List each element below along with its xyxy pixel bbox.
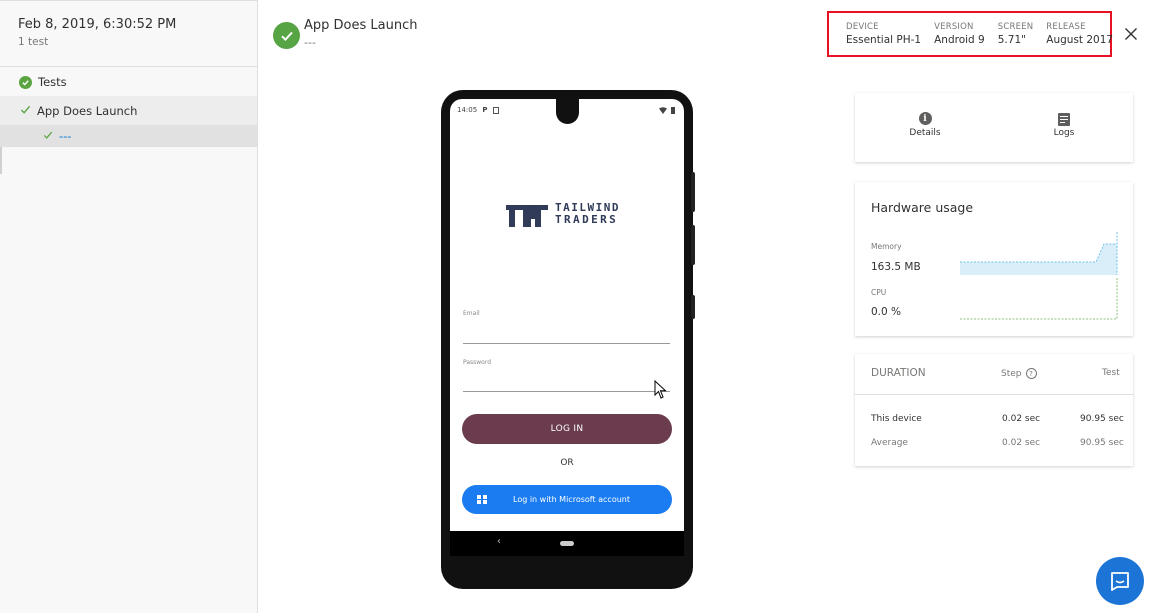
screen-column: SCREEN 5.71" — [998, 22, 1034, 55]
device-value: Essential PH-1 — [846, 34, 922, 46]
tree-item-step-label: --- — [59, 129, 72, 143]
run-date: Feb 8, 2019, 6:30:52 PM — [18, 17, 177, 32]
run-header: Feb 8, 2019, 6:30:52 PM 1 test — [0, 1, 257, 67]
tree-item-step[interactable]: --- — [0, 125, 257, 147]
tree-item-app-does-launch[interactable]: App Does Launch — [0, 96, 257, 125]
status-bar-icons — [659, 106, 676, 114]
logo-line-2: TRADERS — [555, 213, 619, 226]
checkmark-icon — [20, 104, 31, 117]
duration-row-step: 0.02 sec — [1002, 414, 1041, 424]
test-title: App Does Launch — [304, 18, 418, 33]
phone-side-button — [691, 172, 695, 212]
tree-item-test-label: App Does Launch — [37, 103, 138, 118]
duration-row-label: This device — [871, 414, 922, 424]
android-nav-bar: ‹ — [450, 531, 684, 556]
status-time-text: 14:05 — [457, 106, 478, 114]
battery-icon — [671, 106, 676, 114]
tailwind-house-icon — [506, 205, 548, 227]
tree-item-tests[interactable]: Tests — [0, 71, 257, 93]
email-field[interactable] — [463, 343, 670, 344]
duration-row-step: 0.02 sec — [1002, 438, 1041, 448]
home-pill-icon[interactable] — [560, 541, 574, 546]
help-icon[interactable]: ? — [1025, 368, 1037, 379]
chat-icon — [1111, 572, 1129, 591]
status-sim-icon — [492, 106, 499, 114]
duration-row-label: Average — [871, 438, 908, 448]
status-bar-time: 14:05 P — [457, 106, 499, 114]
passed-circle-icon — [19, 75, 32, 89]
detail-tabs-card: i Details Logs — [855, 93, 1133, 162]
memory-value: 163.5 MB — [871, 261, 921, 273]
test-run-sidebar: Feb 8, 2019, 6:30:52 PM 1 test Tests App… — [0, 0, 258, 613]
step-column-header: Step? — [1001, 368, 1037, 379]
phone-side-button — [691, 225, 695, 265]
duration-header: DURATION Step? Test — [855, 354, 1133, 395]
back-icon[interactable]: ‹ — [497, 536, 501, 547]
microsoft-login-button[interactable]: Log in with Microsoft account — [462, 485, 672, 514]
tab-details-label: Details — [909, 128, 941, 138]
logs-icon — [1058, 113, 1070, 126]
release-column: RELEASE August 2017 — [1046, 22, 1113, 55]
screen-value: 5.71" — [997, 34, 1026, 46]
close-button[interactable] — [1122, 25, 1140, 43]
sidebar-scroll-indicator — [0, 147, 2, 174]
wifi-icon — [659, 106, 667, 114]
duration-row-test: 90.95 sec — [1080, 414, 1124, 424]
checkmark-icon — [43, 130, 53, 142]
cpu-label: CPU — [871, 288, 887, 297]
release-label: RELEASE — [1046, 22, 1086, 32]
step-column-label: Step — [1001, 369, 1022, 379]
email-label: Email — [463, 310, 480, 317]
version-label: VERSION — [934, 22, 974, 32]
chat-support-button[interactable] — [1096, 557, 1144, 605]
memory-label: Memory — [871, 242, 902, 251]
or-divider-text: OR — [560, 458, 574, 468]
microsoft-login-label: Log in with Microsoft account — [513, 495, 631, 504]
version-value: Android 9 — [934, 34, 985, 46]
windows-logo-icon — [477, 494, 487, 505]
cpu-sparkline — [960, 278, 1118, 320]
device-label: DEVICE — [846, 22, 879, 32]
device-info-panel: DEVICE Essential PH-1 VERSION Android 9 … — [827, 11, 1113, 57]
logo-text: TAILWIND TRADERS — [555, 202, 620, 226]
run-test-count: 1 test — [18, 36, 49, 48]
info-icon: i — [918, 112, 932, 125]
tailwind-traders-logo: TAILWIND TRADERS — [505, 201, 620, 227]
login-button[interactable]: LOG IN — [462, 414, 672, 444]
version-column: VERSION Android 9 — [934, 22, 985, 55]
phone-notch — [556, 99, 579, 124]
memory-sparkline — [960, 232, 1118, 275]
close-icon — [1125, 28, 1137, 40]
tab-logs-label: Logs — [1053, 128, 1075, 138]
screen-label: SCREEN — [997, 22, 1034, 32]
test-subtitle: --- — [304, 36, 316, 49]
device-column: DEVICE Essential PH-1 — [846, 22, 921, 55]
test-column-header: Test — [1102, 368, 1120, 378]
status-notification-icons: P — [482, 106, 488, 114]
tree-item-tests-label: Tests — [38, 75, 67, 89]
duration-title: DURATION — [871, 367, 926, 379]
password-label: Password — [463, 359, 492, 366]
duration-row-test: 90.95 sec — [1080, 438, 1124, 448]
tab-details[interactable]: i Details — [895, 112, 955, 138]
hardware-usage-card: Hardware usage Memory 163.5 MB CPU 0.0 % — [855, 182, 1133, 336]
hardware-usage-title: Hardware usage — [871, 200, 974, 215]
duration-card: DURATION Step? Test This device 0.02 sec… — [855, 354, 1133, 466]
password-field[interactable] — [463, 391, 670, 392]
cpu-value: 0.0 % — [871, 306, 902, 318]
release-value: August 2017 — [1046, 34, 1114, 46]
passed-status-icon — [273, 22, 300, 49]
mouse-pointer-icon — [654, 380, 667, 399]
phone-side-button — [691, 295, 695, 319]
tab-logs[interactable]: Logs — [1034, 112, 1094, 138]
